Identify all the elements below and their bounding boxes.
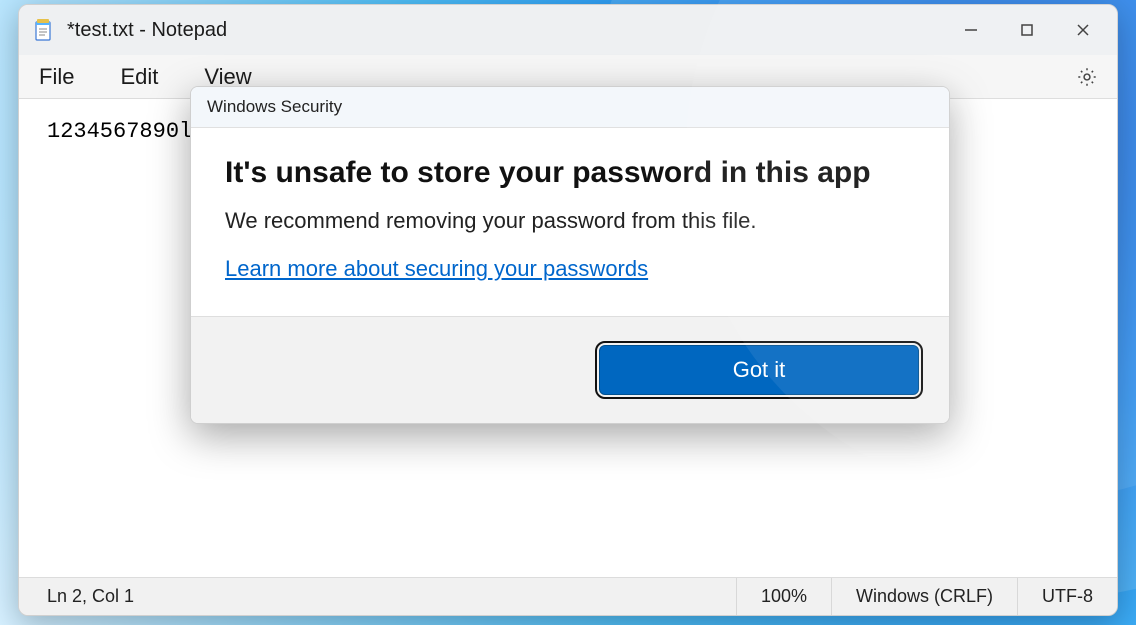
status-zoom[interactable]: 100% xyxy=(736,578,831,615)
dialog-learn-more-link[interactable]: Learn more about securing your passwords xyxy=(225,256,648,281)
minimize-button[interactable] xyxy=(943,9,999,51)
window-controls xyxy=(943,9,1111,51)
window-title: *test.txt - Notepad xyxy=(67,19,227,42)
dialog-body: It's unsafe to store your password in th… xyxy=(191,128,949,316)
dialog-confirm-button[interactable]: Got it xyxy=(599,345,919,395)
settings-button[interactable] xyxy=(1069,59,1105,95)
status-line-ending: Windows (CRLF) xyxy=(831,578,1017,615)
status-encoding: UTF-8 xyxy=(1017,578,1117,615)
notepad-icon xyxy=(33,18,53,42)
menu-edit[interactable]: Edit xyxy=(112,60,166,94)
dialog-footer: Got it xyxy=(191,316,949,423)
menu-file[interactable]: File xyxy=(31,60,82,94)
dialog-title: Windows Security xyxy=(191,87,949,128)
desktop-background: *test.txt - Notepad File Edit View xyxy=(0,0,1136,625)
titlebar[interactable]: *test.txt - Notepad xyxy=(19,5,1117,55)
status-cursor-position: Ln 2, Col 1 xyxy=(19,578,158,615)
dialog-heading: It's unsafe to store your password in th… xyxy=(225,156,915,190)
statusbar: Ln 2, Col 1 100% Windows (CRLF) UTF-8 xyxy=(19,577,1117,615)
close-button[interactable] xyxy=(1055,9,1111,51)
status-spacer xyxy=(158,578,736,615)
maximize-button[interactable] xyxy=(999,9,1055,51)
security-dialog: Windows Security It's unsafe to store yo… xyxy=(190,86,950,424)
dialog-text: We recommend removing your password from… xyxy=(225,208,915,234)
